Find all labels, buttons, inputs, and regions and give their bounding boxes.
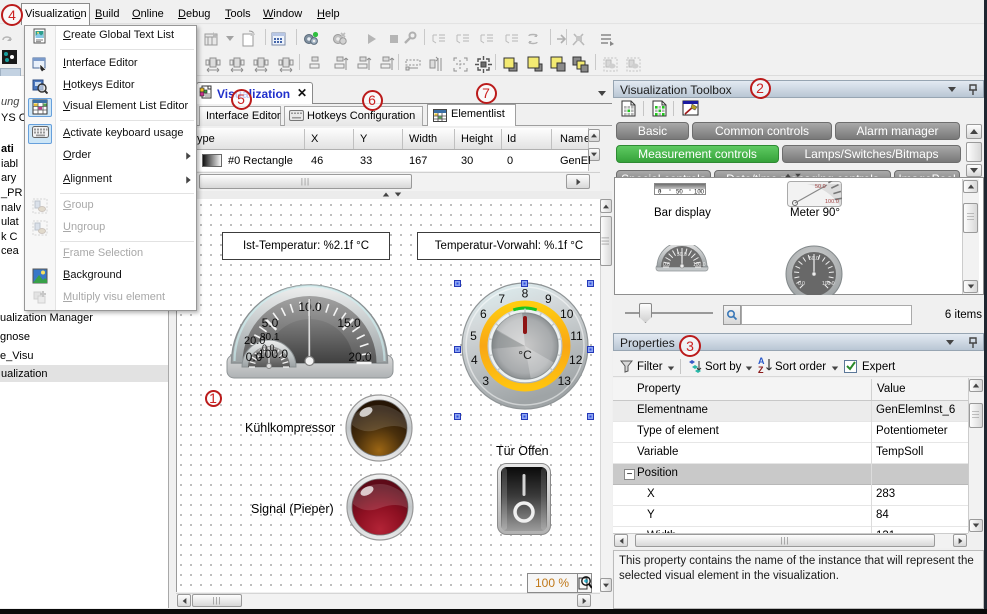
svg-text:50: 50 [676,190,683,196]
svg-text:9: 9 [545,292,552,306]
svg-text:12: 12 [569,353,583,367]
svg-text:Z: Z [758,365,764,374]
svg-text:13: 13 [558,374,572,388]
svg-text:3: 3 [482,374,489,388]
svg-text:7: 7 [498,292,505,306]
svg-text:100.0: 100.0 [693,262,706,268]
svg-text:0.0: 0.0 [798,281,805,287]
svg-text:6: 6 [480,307,487,321]
svg-text:50.0: 50.0 [815,184,826,190]
svg-text:8: 8 [522,287,529,301]
svg-text:°C: °C [518,348,532,362]
svg-text:15.0: 15.0 [337,316,361,330]
svg-text:5.0: 5.0 [262,316,279,330]
svg-text:10: 10 [560,307,574,321]
svg-text:100: 100 [694,190,705,196]
svg-text:100.0: 100.0 [825,199,839,205]
svg-text:0.0: 0.0 [246,350,263,364]
svg-text:0.0: 0.0 [663,262,670,268]
svg-text:100.0: 100.0 [822,281,835,287]
svg-text:5: 5 [470,329,477,343]
svg-text:4: 4 [471,353,478,367]
svg-text:20.0: 20.0 [348,350,372,364]
svg-text:80.1: 80.1 [260,332,280,343]
svg-text:11: 11 [570,329,583,343]
